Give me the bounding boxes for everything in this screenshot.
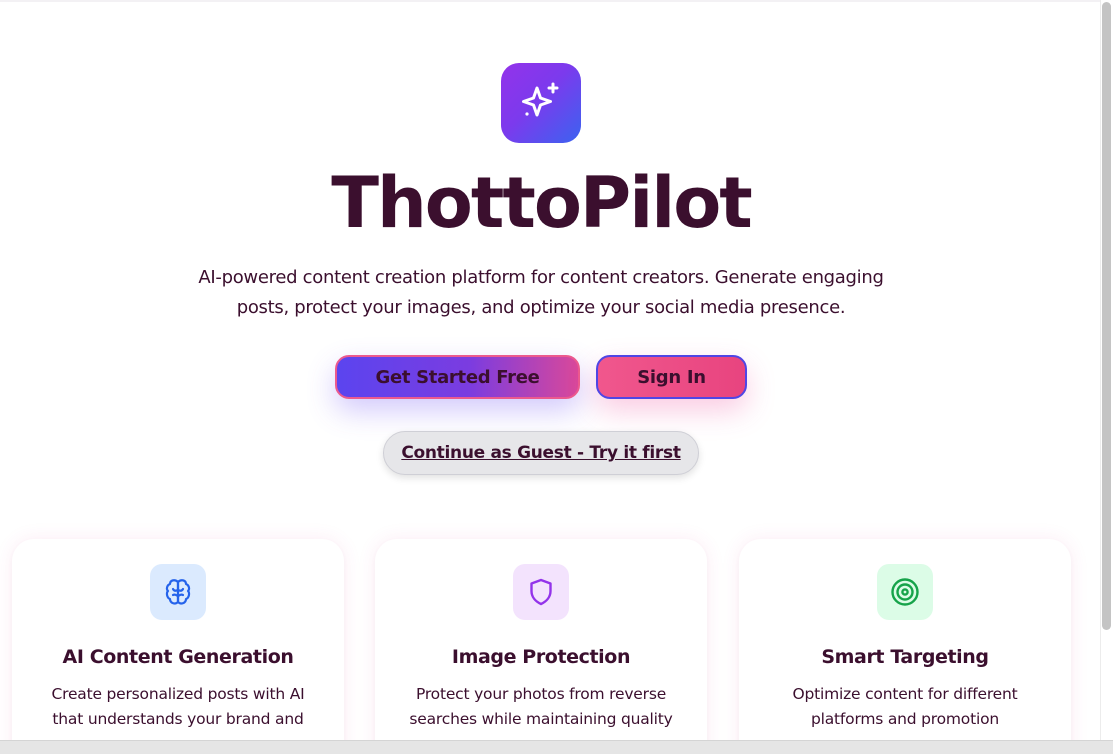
shield-icon xyxy=(530,578,552,606)
feature-title: Image Protection xyxy=(451,646,631,668)
continue-as-guest-button[interactable]: Continue as Guest - Try it first xyxy=(383,431,699,475)
sparkles-icon xyxy=(522,82,559,117)
feature-description: Optimize content for different platforms… xyxy=(759,682,1051,732)
feature-description: Create personalized posts with AI that u… xyxy=(32,682,324,732)
hero-subtitle: AI-powered content creation platform for… xyxy=(150,263,932,323)
hero-subtitle-line-2: posts, protect your images, and optimize… xyxy=(236,297,846,318)
feature-description: Protect your photos from reverse searche… xyxy=(395,682,687,732)
feature-icon-container xyxy=(150,564,206,620)
feature-description-line-1: Protect your photos from reverse xyxy=(415,685,667,703)
feature-description-line-1: Optimize content for different xyxy=(792,685,1018,703)
app-logo xyxy=(501,63,581,143)
brain-icon xyxy=(165,579,191,605)
bottom-status-bar xyxy=(0,740,1113,754)
feature-title: Smart Targeting xyxy=(821,646,989,668)
app-title: ThottoPilot xyxy=(331,162,753,244)
target-icon xyxy=(891,578,919,606)
feature-title: AI Content Generation xyxy=(62,646,294,668)
landing-page: ThottoPilot AI-powered content creation … xyxy=(0,0,1113,754)
feature-card-ai-content: AI Content Generation Create personalize… xyxy=(12,539,344,754)
hero-subtitle-line-1: AI-powered content creation platform for… xyxy=(198,267,884,288)
feature-description-line-2: that understands your brand and xyxy=(52,710,304,728)
feature-description-line-2: platforms and promotion xyxy=(811,710,999,728)
feature-card-smart-targeting: Smart Targeting Optimize content for dif… xyxy=(739,539,1071,754)
feature-card-image-protection: Image Protection Protect your photos fro… xyxy=(375,539,707,754)
feature-icon-container xyxy=(877,564,933,620)
scrollbar-thumb[interactable] xyxy=(1102,2,1111,630)
top-divider xyxy=(0,0,1100,2)
feature-description-line-1: Create personalized posts with AI xyxy=(51,685,305,703)
feature-icon-container xyxy=(513,564,569,620)
feature-description-line-2: searches while maintaining quality xyxy=(409,710,673,728)
get-started-button[interactable]: Get Started Free xyxy=(335,355,580,399)
sign-in-button[interactable]: Sign In xyxy=(596,355,747,399)
